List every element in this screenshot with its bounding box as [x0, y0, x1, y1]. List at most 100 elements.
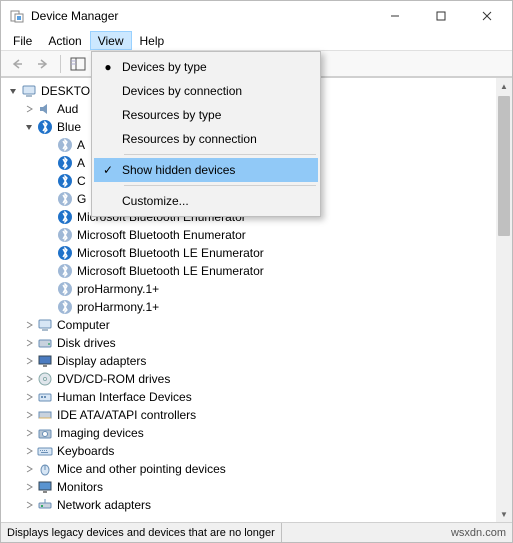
scroll-thumb[interactable] [498, 96, 510, 236]
chevron-right-icon[interactable] [21, 407, 37, 423]
tree-item-label: Disk drives [57, 336, 116, 350]
computer-icon [37, 317, 53, 333]
tree-category-disk-drives[interactable]: Disk drives [1, 334, 496, 352]
bluetooth-icon [57, 281, 73, 297]
menu-item-label: Devices by type [122, 60, 207, 74]
close-button[interactable] [464, 1, 510, 31]
chevron-right-icon[interactable] [21, 101, 37, 117]
chevron-right-icon[interactable] [21, 461, 37, 477]
drive-icon [37, 335, 53, 351]
tree-item-label: Microsoft Bluetooth LE Enumerator [77, 246, 264, 260]
menu-resources-by-type[interactable]: Resources by type [94, 103, 318, 127]
network-icon [37, 497, 53, 513]
chevron-right-icon[interactable] [21, 353, 37, 369]
bullet-icon: ● [94, 60, 122, 74]
chevron-right-icon[interactable] [21, 335, 37, 351]
bluetooth-icon [37, 119, 53, 135]
computer-icon [21, 83, 37, 99]
bluetooth-icon [57, 191, 73, 207]
scroll-up-button[interactable]: ▲ [496, 78, 512, 94]
bluetooth-icon [57, 245, 73, 261]
tree-category-keyboards[interactable]: Keyboards [1, 442, 496, 460]
back-button[interactable] [5, 53, 29, 75]
menu-file[interactable]: File [5, 31, 40, 50]
vertical-scrollbar[interactable]: ▲ ▼ [496, 78, 512, 522]
chevron-right-icon[interactable] [21, 371, 37, 387]
menu-devices-by-type[interactable]: ● Devices by type [94, 55, 318, 79]
window-controls [372, 1, 510, 31]
view-dropdown-menu: ● Devices by type Devices by connection … [91, 51, 321, 217]
camera-icon [37, 425, 53, 441]
bluetooth-icon [57, 227, 73, 243]
chevron-down-icon[interactable] [21, 119, 37, 135]
menu-show-hidden-devices[interactable]: ✓ Show hidden devices [94, 158, 318, 182]
app-icon [9, 8, 25, 24]
chevron-right-icon[interactable] [21, 425, 37, 441]
menu-action[interactable]: Action [40, 31, 89, 50]
tree-item-bt[interactable]: Microsoft Bluetooth Enumerator [1, 226, 496, 244]
chevron-right-icon[interactable] [21, 497, 37, 513]
tree-item-bt[interactable]: proHarmony.1+ [1, 280, 496, 298]
tree-item-label: Imaging devices [57, 426, 144, 440]
tree-category-display-adapters[interactable]: Display adapters [1, 352, 496, 370]
maximize-button[interactable] [418, 1, 464, 31]
bluetooth-icon [57, 299, 73, 315]
hid-icon [37, 389, 53, 405]
chevron-right-icon[interactable] [21, 479, 37, 495]
chevron-right-icon[interactable] [21, 443, 37, 459]
tree-item-bt[interactable]: proHarmony.1+ [1, 298, 496, 316]
tree-category-monitors[interactable]: Monitors [1, 478, 496, 496]
watermark-text: wsxdn.com [445, 527, 512, 539]
scroll-down-button[interactable]: ▼ [496, 506, 512, 522]
bluetooth-icon [57, 155, 73, 171]
tree-item-label: proHarmony.1+ [77, 282, 159, 296]
tree-item-label: IDE ATA/ATAPI controllers [57, 408, 196, 422]
monitor-icon [37, 479, 53, 495]
tree-item-label: Keyboards [57, 444, 114, 458]
tree-item-bt[interactable]: Microsoft Bluetooth LE Enumerator [1, 244, 496, 262]
tree-category-network[interactable]: Network adapters [1, 496, 496, 514]
tree-category-ide[interactable]: IDE ATA/ATAPI controllers [1, 406, 496, 424]
tree-item-label: Monitors [57, 480, 103, 494]
tree-category-imaging[interactable]: Imaging devices [1, 424, 496, 442]
status-text: Displays legacy devices and devices that… [1, 523, 282, 542]
tree-category-computer[interactable]: Computer [1, 316, 496, 334]
menu-customize[interactable]: Customize... [94, 189, 318, 213]
toolbar-separator [60, 55, 61, 73]
menu-item-label: Resources by connection [122, 132, 257, 146]
tree-item-label: A [77, 138, 85, 152]
window-title: Device Manager [31, 9, 372, 23]
chevron-down-icon[interactable] [5, 83, 21, 99]
tree-item-label: Network adapters [57, 498, 151, 512]
show-hide-tree-button[interactable] [66, 53, 90, 75]
tree-category-mice[interactable]: Mice and other pointing devices [1, 460, 496, 478]
menu-separator [124, 154, 316, 155]
keyboard-icon [37, 443, 53, 459]
bluetooth-icon [57, 173, 73, 189]
forward-button[interactable] [31, 53, 55, 75]
tree-item-label: Aud [57, 102, 78, 116]
controller-icon [37, 407, 53, 423]
menu-help[interactable]: Help [132, 31, 173, 50]
menu-item-label: Customize... [122, 194, 189, 208]
menu-resources-by-connection[interactable]: Resources by connection [94, 127, 318, 151]
menu-item-label: Resources by type [122, 108, 221, 122]
tree-item-bt[interactable]: Microsoft Bluetooth LE Enumerator [1, 262, 496, 280]
menu-item-label: Show hidden devices [122, 163, 235, 177]
menu-bar: File Action View Help [1, 31, 512, 51]
tree-category-dvd[interactable]: DVD/CD-ROM drives [1, 370, 496, 388]
display-icon [37, 353, 53, 369]
bluetooth-icon [57, 209, 73, 225]
chevron-right-icon[interactable] [21, 389, 37, 405]
chevron-right-icon[interactable] [21, 317, 37, 333]
tree-category-hid[interactable]: Human Interface Devices [1, 388, 496, 406]
menu-view[interactable]: View [90, 31, 132, 50]
minimize-button[interactable] [372, 1, 418, 31]
tree-root-label: DESKTO [41, 84, 90, 98]
mouse-icon [37, 461, 53, 477]
bluetooth-icon [57, 263, 73, 279]
tree-item-label: Blue [57, 120, 81, 134]
tree-item-label: Mice and other pointing devices [57, 462, 226, 476]
tree-item-label: proHarmony.1+ [77, 300, 159, 314]
menu-devices-by-connection[interactable]: Devices by connection [94, 79, 318, 103]
